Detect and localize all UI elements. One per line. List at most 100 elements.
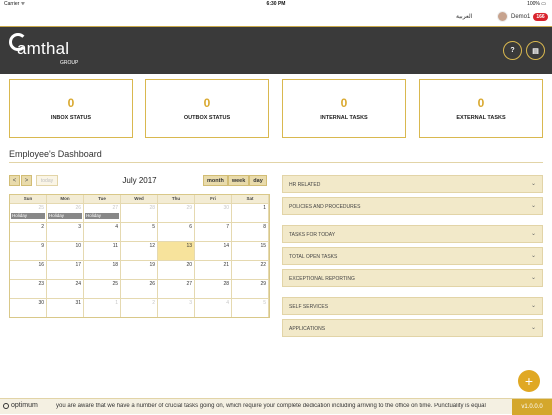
calendar-day[interactable]: 17: [47, 261, 84, 279]
accordion-label: HR RELATED: [289, 182, 321, 188]
day-number: 18: [112, 262, 118, 268]
card-internal-tasks[interactable]: 0 INTERNAL TASKS: [282, 79, 406, 138]
calendar-day[interactable]: 6: [158, 223, 195, 241]
calendar-day[interactable]: 18: [84, 261, 121, 279]
calendar-day[interactable]: 14: [195, 242, 232, 260]
calendar-day[interactable]: 30: [195, 204, 232, 222]
day-number: 15: [260, 243, 266, 249]
accordion-exceptional-reporting[interactable]: EXCEPTIONAL REPORTING ⌄: [282, 269, 543, 287]
calendar-day[interactable]: 9: [10, 242, 47, 260]
calendar-day[interactable]: 8: [232, 223, 269, 241]
card-outbox-status[interactable]: 0 OUTBOX STATUS: [145, 79, 269, 138]
day-number: 22: [260, 262, 266, 268]
calendar-day[interactable]: 22: [232, 261, 269, 279]
footer: optimum you are aware that we have a num…: [0, 398, 552, 415]
day-number: 13: [186, 243, 192, 249]
calendar-day[interactable]: 26: [121, 280, 158, 298]
calendar-week: 16 17 18 19 20 21 22: [10, 260, 269, 279]
calendar-day[interactable]: 27 Holiday: [84, 204, 121, 222]
accordion-self-services[interactable]: SELF SERVICES ⌄: [282, 297, 543, 315]
accordion-policies[interactable]: POLICIES AND PROCEDURES ⌄: [282, 197, 543, 215]
card-count: 0: [477, 96, 485, 110]
calendar-day[interactable]: 1: [84, 299, 121, 317]
holiday-event[interactable]: Holiday: [85, 213, 119, 219]
weekday-label: Tue: [84, 195, 121, 203]
chevron-down-icon: ⌄: [530, 231, 536, 237]
calendar-day[interactable]: 4: [84, 223, 121, 241]
view-month-button[interactable]: month: [203, 175, 228, 186]
calendar-day[interactable]: 20: [158, 261, 195, 279]
day-number: 9: [41, 243, 44, 249]
card-label: OUTBOX STATUS: [183, 115, 231, 121]
add-button[interactable]: +: [518, 370, 540, 392]
user-menu[interactable]: Demo1 166: [497, 11, 548, 22]
calendar-day[interactable]: 1: [232, 204, 269, 222]
calendar-day[interactable]: 2: [121, 299, 158, 317]
calendar-day[interactable]: 28: [121, 204, 158, 222]
day-number: 10: [75, 243, 81, 249]
calendar-day[interactable]: 24: [47, 280, 84, 298]
accordion-hr-related[interactable]: HR RELATED ⌄: [282, 175, 543, 193]
battery-indicator: 100% ▭: [527, 1, 546, 7]
calendar-day-today[interactable]: 13: [158, 242, 195, 260]
version-label: v1.0.0.0: [512, 399, 552, 415]
accordion-tasks-today[interactable]: TASKS FOR TODAY ⌄: [282, 225, 543, 243]
day-number: 29: [186, 205, 192, 211]
calendar-day[interactable]: 2: [10, 223, 47, 241]
calendar-day[interactable]: 3: [158, 299, 195, 317]
card-inbox-status[interactable]: 0 INBOX STATUS: [9, 79, 133, 138]
chevron-down-icon: ⌄: [530, 253, 536, 259]
calendar-day[interactable]: 30: [10, 299, 47, 317]
calendar-day[interactable]: 21: [195, 261, 232, 279]
day-number: 1: [115, 300, 118, 306]
avatar: [497, 11, 508, 22]
card-label: EXTERNAL TASKS: [456, 115, 506, 121]
calendar-day[interactable]: 3: [47, 223, 84, 241]
view-week-button[interactable]: week: [227, 175, 250, 186]
document-button[interactable]: ▤: [526, 41, 545, 60]
calendar-day[interactable]: 25 Holiday: [10, 204, 47, 222]
holiday-event[interactable]: Holiday: [11, 213, 45, 219]
accordion-applications[interactable]: APPLICATIONS ⌄: [282, 319, 543, 337]
calendar-day[interactable]: 16: [10, 261, 47, 279]
calendar-day[interactable]: 25: [84, 280, 121, 298]
calendar-day[interactable]: 29: [232, 280, 269, 298]
calendar-day[interactable]: 26 Holiday: [47, 204, 84, 222]
calendar-day[interactable]: 23: [10, 280, 47, 298]
calendar-day[interactable]: 12: [121, 242, 158, 260]
calendar-day[interactable]: 7: [195, 223, 232, 241]
calendar-day[interactable]: 28: [195, 280, 232, 298]
calendar-day[interactable]: 4: [195, 299, 232, 317]
accordion-label: EXCEPTIONAL REPORTING: [289, 276, 355, 282]
day-number: 25: [112, 281, 118, 287]
calendar-day[interactable]: 11: [84, 242, 121, 260]
notification-badge[interactable]: 166: [533, 12, 548, 21]
language-switch[interactable]: العربية: [456, 13, 472, 20]
calendar-day[interactable]: 5: [121, 223, 158, 241]
weekday-label: Wed: [121, 195, 158, 203]
holiday-event[interactable]: Holiday: [48, 213, 82, 219]
day-number: 29: [260, 281, 266, 287]
help-button[interactable]: ?: [503, 41, 522, 60]
calendar-day[interactable]: 29: [158, 204, 195, 222]
weekday-label: Sun: [10, 195, 47, 203]
day-number: 2: [152, 300, 155, 306]
day-number: 5: [263, 300, 266, 306]
help-icon: ?: [510, 47, 515, 54]
day-number: 26: [75, 205, 81, 211]
calendar-day[interactable]: 15: [232, 242, 269, 260]
weekday-label: Thu: [158, 195, 195, 203]
calendar-day[interactable]: 19: [121, 261, 158, 279]
day-number: 30: [38, 300, 44, 306]
calendar-day[interactable]: 27: [158, 280, 195, 298]
calendar-week: 25 Holiday 26 Holiday 27 Holiday 28 29 3…: [10, 203, 269, 222]
calendar-day[interactable]: 5: [232, 299, 269, 317]
calendar-day[interactable]: 31: [47, 299, 84, 317]
day-number: 26: [149, 281, 155, 287]
calendar-day[interactable]: 10: [47, 242, 84, 260]
day-number: 1: [263, 205, 266, 211]
day-number: 21: [223, 262, 229, 268]
view-day-button[interactable]: day: [249, 175, 267, 186]
accordion-open-tasks[interactable]: TOTAL OPEN TASKS ⌄: [282, 247, 543, 265]
card-external-tasks[interactable]: 0 EXTERNAL TASKS: [419, 79, 543, 138]
